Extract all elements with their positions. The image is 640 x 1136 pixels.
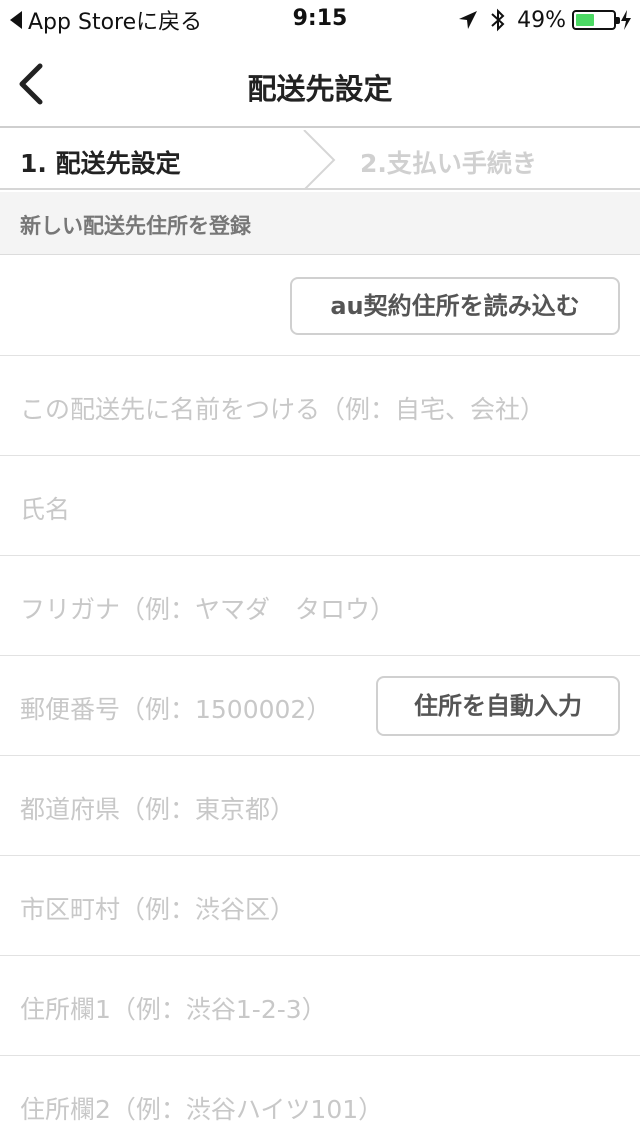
address-line2-placeholder: 住所欄2（例：渋谷ハイツ101） xyxy=(20,1095,384,1124)
furigana-field[interactable]: フリガナ（例：ヤマダ タロウ） xyxy=(0,556,640,656)
status-indicators: 49% xyxy=(457,6,632,34)
step-separator-icon xyxy=(303,130,336,190)
furigana-placeholder: フリガナ（例：ヤマダ タロウ） xyxy=(20,595,396,624)
status-bar: App Storeに戻る 9:15 49% xyxy=(0,0,640,40)
auto-fill-address-button[interactable]: 住所を自動入力 xyxy=(376,676,620,736)
address-line1-placeholder: 住所欄1（例：渋谷1-2-3） xyxy=(20,995,327,1024)
address-line2-field[interactable]: 住所欄2（例：渋谷ハイツ101） xyxy=(0,1056,640,1136)
address-name-field[interactable]: この配送先に名前をつける（例：自宅、会社） xyxy=(0,356,640,456)
bluetooth-icon xyxy=(491,8,505,32)
full-name-placeholder: 氏名 xyxy=(20,495,71,524)
battery-nub xyxy=(616,17,620,24)
step-next: 2.支払い手続き xyxy=(360,149,537,178)
charging-bolt-icon xyxy=(621,10,631,30)
city-field[interactable]: 市区町村（例：渋谷区） xyxy=(0,856,640,956)
battery-percent: 49% xyxy=(517,7,566,33)
prefecture-field[interactable]: 都道府県（例：東京都） xyxy=(0,756,640,856)
step-current: 1. 配送先設定 xyxy=(20,149,181,178)
postal-code-field[interactable]: 郵便番号（例：1500002） xyxy=(20,690,331,726)
address-name-placeholder: この配送先に名前をつける（例：自宅、会社） xyxy=(20,395,546,424)
section-title: 新しい配送先住所を登録 xyxy=(20,214,251,238)
address-line1-field[interactable]: 住所欄1（例：渋谷1-2-3） xyxy=(0,956,640,1056)
battery-level xyxy=(576,14,594,26)
city-placeholder: 市区町村（例：渋谷区） xyxy=(20,895,296,924)
full-name-field[interactable]: 氏名 xyxy=(0,456,640,556)
page-title: 配送先設定 xyxy=(247,72,393,106)
step-indicator: 1. 配送先設定 2.支払い手続き xyxy=(0,130,640,190)
prefecture-placeholder: 都道府県（例：東京都） xyxy=(20,795,296,824)
postal-code-row: 郵便番号（例：1500002） 住所を自動入力 xyxy=(0,656,640,756)
battery-icon xyxy=(572,10,620,30)
section-header: 新しい配送先住所を登録 xyxy=(0,192,640,255)
location-arrow-icon xyxy=(459,11,478,29)
load-au-address-button[interactable]: au契約住所を読み込む xyxy=(290,277,620,335)
navigation-bar: 配送先設定 xyxy=(0,40,640,128)
load-address-row: au契約住所を読み込む xyxy=(0,256,640,356)
